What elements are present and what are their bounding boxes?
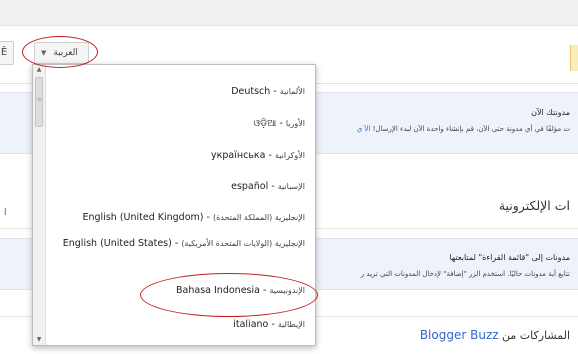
language-select-value: العربية bbox=[53, 48, 78, 58]
option-native-name: ଓଡ଼ିଆ bbox=[253, 118, 277, 129]
left-fragment: ا bbox=[4, 208, 7, 218]
create-blog-title: مدونتك الآن bbox=[531, 108, 570, 117]
option-native-name: italiano bbox=[233, 319, 269, 330]
dropdown-scrollbar[interactable]: ▲ ≡ ▼ bbox=[33, 65, 46, 345]
option-arabic-name: الإيطالية bbox=[277, 320, 305, 329]
language-option-italian[interactable]: italiano - الإيطالية bbox=[55, 318, 305, 331]
language-option-spanish[interactable]: español - الإسبانية bbox=[55, 180, 305, 193]
top-bar bbox=[0, 0, 578, 26]
option-native-name: українська bbox=[211, 150, 266, 161]
language-option-deutsch[interactable]: Deutsch - الألمانية bbox=[55, 85, 305, 98]
option-native-name: Bahasa Indonesia bbox=[176, 285, 260, 296]
section-heading: ات الإلكترونية bbox=[498, 198, 570, 213]
language-select[interactable]: ▼ العربية bbox=[34, 42, 89, 64]
buzz-prefix: المشاركات من bbox=[502, 329, 570, 342]
option-arabic-name: الإندونيسية bbox=[269, 286, 305, 295]
language-option-english-us[interactable]: English (United States) - الإنجليزية (ال… bbox=[55, 237, 305, 250]
option-arabic-name: الإنجليزية (المملكة المتحدة) bbox=[212, 213, 305, 222]
option-native-name: English (United Kingdom) bbox=[82, 212, 204, 223]
option-arabic-name: الأوكرانية bbox=[274, 151, 305, 160]
chevron-down-icon: ▼ bbox=[41, 49, 47, 57]
create-blog-text: ت مؤلفًا في أي مدونة حتى الآن، قم بإنشاء… bbox=[372, 125, 570, 133]
create-blog-description: ت مؤلفًا في أي مدونة حتى الآن، قم بإنشاء… bbox=[357, 125, 570, 133]
create-blog-link[interactable]: الآ ي bbox=[357, 125, 371, 133]
arrow-down-icon[interactable]: ▼ bbox=[33, 335, 45, 345]
notification-edge bbox=[570, 45, 578, 71]
language-option-ukrainian[interactable]: українська - الأوكرانية bbox=[55, 149, 305, 162]
language-dropdown-list[interactable]: ▲ ≡ ▼ Deutsch - الألمانية ଓଡ଼ିଆ - الأوري… bbox=[32, 64, 316, 346]
option-arabic-name: الإنجليزية (الولايات المتحدة الأمريكية) bbox=[181, 239, 305, 248]
arrow-up-icon[interactable]: ▲ bbox=[33, 65, 45, 75]
language-option-indonesian[interactable]: Bahasa Indonesia - الإندونيسية bbox=[55, 284, 305, 297]
left-edge-button[interactable]: Ê bbox=[0, 41, 14, 65]
blogger-buzz-link[interactable]: Blogger Buzz bbox=[420, 328, 499, 342]
option-native-name: English (United States) bbox=[62, 238, 172, 249]
reading-list-description: تتابع أية مدونات حاليًا. استخدم الزر "إض… bbox=[360, 270, 570, 278]
grip-icon: ≡ bbox=[37, 96, 43, 103]
reading-list-title: مدونات إلى "قائمة القراءة" لمتابعتها bbox=[449, 253, 570, 262]
option-arabic-name: الألمانية bbox=[279, 87, 305, 96]
language-option-english-uk[interactable]: English (United Kingdom) - الإنجليزية (ا… bbox=[55, 211, 306, 224]
option-native-name: Deutsch bbox=[231, 86, 271, 97]
option-arabic-name: الأوريا bbox=[285, 119, 305, 128]
option-native-name: español bbox=[231, 181, 269, 192]
scrollbar-thumb[interactable]: ≡ bbox=[35, 77, 43, 127]
blogger-buzz-heading: المشاركات من Blogger Buzz bbox=[420, 328, 570, 342]
option-arabic-name: الإسبانية bbox=[277, 182, 305, 191]
language-option-odia[interactable]: ଓଡ଼ିଆ - الأوريا bbox=[55, 117, 305, 130]
